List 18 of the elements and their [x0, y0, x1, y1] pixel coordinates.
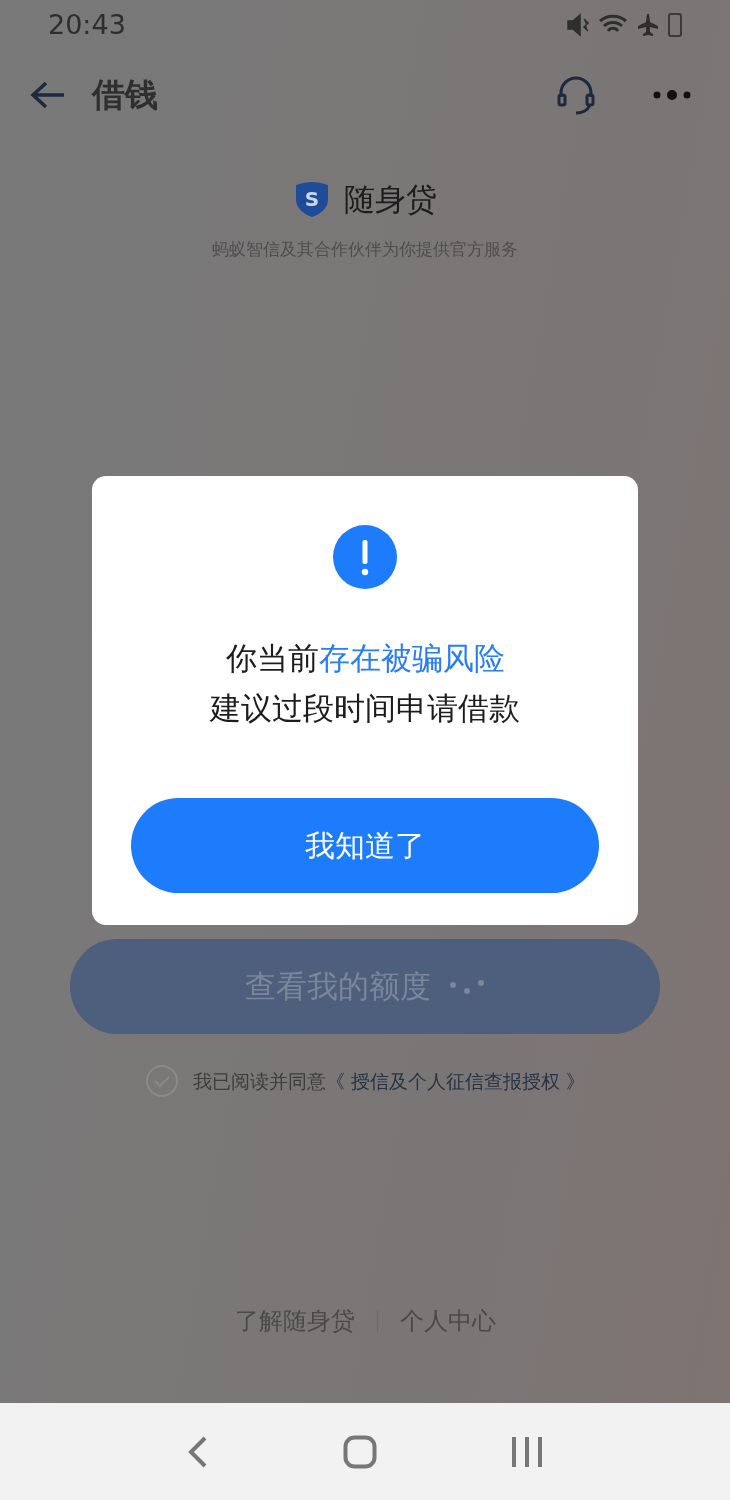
back-icon[interactable]: [187, 1434, 209, 1469]
dialog-message: 建议过段时间申请借款: [210, 689, 520, 728]
status-time: 20:43: [48, 7, 126, 42]
exclamation-icon: [333, 525, 397, 589]
airplane-icon: [636, 13, 660, 37]
battery-icon: [668, 13, 682, 37]
muted-speaker-icon: [566, 13, 590, 37]
dialog-message: 你当前存在被骗风险: [224, 639, 506, 678]
recent-apps-icon[interactable]: [511, 1435, 543, 1468]
brand-name: 随身贷: [343, 180, 437, 219]
home-icon[interactable]: [343, 1434, 377, 1469]
more-options-icon[interactable]: [652, 89, 692, 101]
headset-icon[interactable]: [556, 75, 596, 115]
back-arrow-icon[interactable]: [30, 80, 66, 110]
agreement-text: 我已阅读并同意《 授信及个人征信查报授权 》: [192, 1068, 586, 1094]
page-title: 借钱: [92, 74, 159, 117]
acknowledge-button[interactable]: 我知道了: [131, 798, 599, 893]
shield-logo-icon: S: [293, 181, 330, 218]
